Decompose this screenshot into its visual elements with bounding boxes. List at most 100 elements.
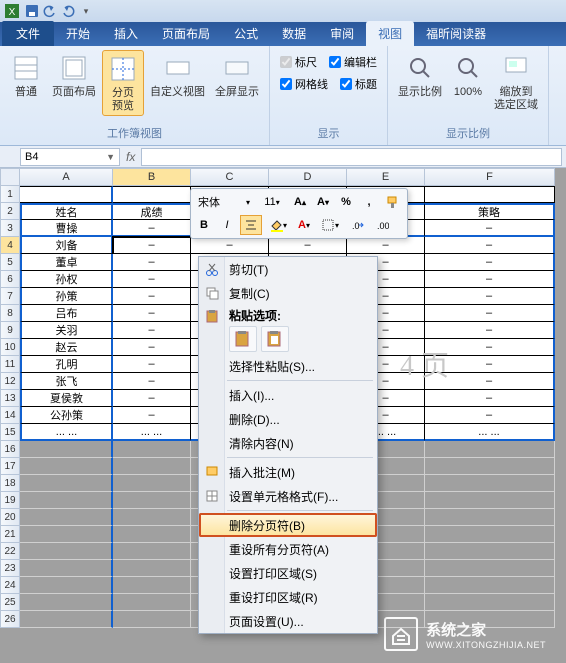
row-header-21[interactable]: 21	[0, 526, 20, 543]
paste-option-2[interactable]	[261, 326, 289, 352]
cell-A19[interactable]	[20, 492, 113, 509]
formulabar-checkbox[interactable]: 编辑栏	[329, 54, 377, 70]
cell-F24[interactable]	[425, 577, 555, 594]
row-header-17[interactable]: 17	[0, 458, 20, 475]
cell-A10[interactable]: 赵云	[20, 339, 113, 356]
cell-A3[interactable]: 曹操	[20, 220, 113, 237]
cm-insert-comment[interactable]: 插入批注(M)	[199, 460, 377, 484]
font-color-button[interactable]: A▾	[294, 215, 314, 235]
cell-C4[interactable]: –	[191, 237, 269, 254]
pagebreak-preview-button[interactable]: 分页 预览	[102, 50, 144, 116]
cell-B17[interactable]	[113, 458, 191, 475]
cell-B3[interactable]: –	[113, 220, 191, 237]
name-box[interactable]: B4▼	[20, 148, 120, 166]
cell-A7[interactable]: 孙策	[20, 288, 113, 305]
col-header-C[interactable]: C	[191, 168, 269, 186]
fx-icon[interactable]: fx	[126, 150, 135, 164]
decrease-decimal-button[interactable]: .0	[346, 215, 368, 235]
cell-A23[interactable]	[20, 560, 113, 577]
tab-data[interactable]: 数据	[270, 21, 318, 46]
cell-F14[interactable]: –	[425, 407, 555, 424]
cell-B24[interactable]	[113, 577, 191, 594]
fullscreen-button[interactable]: 全屏显示	[211, 50, 263, 101]
cell-A16[interactable]	[20, 441, 113, 458]
cell-A6[interactable]: 孙权	[20, 271, 113, 288]
cell-F11[interactable]: –	[425, 356, 555, 373]
row-header-12[interactable]: 12	[0, 373, 20, 390]
tab-foxit[interactable]: 福昕阅读器	[414, 21, 498, 46]
row-header-4[interactable]: 4	[0, 237, 20, 254]
select-all-corner[interactable]	[0, 168, 20, 186]
cell-A5[interactable]: 董卓	[20, 254, 113, 271]
custom-view-button[interactable]: 自定义视图	[146, 50, 209, 101]
row-header-5[interactable]: 5	[0, 254, 20, 271]
cell-A17[interactable]	[20, 458, 113, 475]
zoom-to-selection-button[interactable]: 缩放到 选定区域	[490, 50, 542, 114]
increase-decimal-button[interactable]: .00	[371, 215, 393, 235]
cell-B26[interactable]	[113, 611, 191, 628]
cell-B9[interactable]: –	[113, 322, 191, 339]
row-header-14[interactable]: 14	[0, 407, 20, 424]
cell-B16[interactable]	[113, 441, 191, 458]
cell-B19[interactable]	[113, 492, 191, 509]
cell-B1[interactable]	[113, 186, 191, 203]
row-header-9[interactable]: 9	[0, 322, 20, 339]
headings-checkbox[interactable]: 标题	[340, 76, 377, 92]
format-painter-button[interactable]	[382, 192, 404, 212]
cell-A12[interactable]: 张飞	[20, 373, 113, 390]
cell-B18[interactable]	[113, 475, 191, 492]
cell-B4[interactable]: –	[113, 237, 191, 254]
cell-F7[interactable]: –	[425, 288, 555, 305]
tab-home[interactable]: 开始	[54, 21, 102, 46]
cell-A14[interactable]: 公孙策	[20, 407, 113, 424]
row-header-10[interactable]: 10	[0, 339, 20, 356]
row-header-13[interactable]: 13	[0, 390, 20, 407]
cell-B21[interactable]	[113, 526, 191, 543]
cm-paste-special[interactable]: 选择性粘贴(S)...	[199, 354, 377, 378]
tab-view[interactable]: 视图	[366, 21, 414, 46]
row-header-26[interactable]: 26	[0, 611, 20, 628]
cell-F8[interactable]: –	[425, 305, 555, 322]
borders-button[interactable]: ▾	[317, 215, 343, 235]
cm-format-cells[interactable]: 设置单元格格式(F)...	[199, 484, 377, 508]
cell-B25[interactable]	[113, 594, 191, 611]
cell-F21[interactable]	[425, 526, 555, 543]
cell-A11[interactable]: 孔明	[20, 356, 113, 373]
cm-clear[interactable]: 清除内容(N)	[199, 431, 377, 455]
tab-review[interactable]: 审阅	[318, 21, 366, 46]
cell-A9[interactable]: 关羽	[20, 322, 113, 339]
cell-F5[interactable]: –	[425, 254, 555, 271]
tab-pagelayout[interactable]: 页面布局	[150, 21, 222, 46]
cell-A4[interactable]: 刘备	[20, 237, 113, 254]
cell-B10[interactable]: –	[113, 339, 191, 356]
row-header-15[interactable]: 15	[0, 424, 20, 441]
row-header-11[interactable]: 11	[0, 356, 20, 373]
cell-B22[interactable]	[113, 543, 191, 560]
cell-A24[interactable]	[20, 577, 113, 594]
qat-dropdown-icon[interactable]: ▾	[78, 3, 94, 19]
cm-set-print-area[interactable]: 设置打印区域(S)	[199, 561, 377, 585]
cm-reset-all-breaks[interactable]: 重设所有分页符(A)	[199, 537, 377, 561]
cell-F16[interactable]	[425, 441, 555, 458]
col-header-D[interactable]: D	[269, 168, 347, 186]
normal-view-button[interactable]: 普通	[6, 50, 46, 101]
cell-B7[interactable]: –	[113, 288, 191, 305]
cell-D4[interactable]: –	[269, 237, 347, 254]
bold-button[interactable]: B	[194, 215, 214, 235]
cell-B20[interactable]	[113, 509, 191, 526]
grow-font-button[interactable]: A▴	[290, 192, 310, 212]
row-header-22[interactable]: 22	[0, 543, 20, 560]
row-header-20[interactable]: 20	[0, 509, 20, 526]
cell-A26[interactable]	[20, 611, 113, 628]
cell-F4[interactable]: –	[425, 237, 555, 254]
fill-color-button[interactable]: ▾	[265, 215, 291, 235]
percent-format-button[interactable]: %	[336, 192, 356, 212]
cm-reset-print-area[interactable]: 重设打印区域(R)	[199, 585, 377, 609]
cell-B23[interactable]	[113, 560, 191, 577]
font-size-select[interactable]: 11 ▾	[257, 192, 287, 212]
cell-F22[interactable]	[425, 543, 555, 560]
cell-F23[interactable]	[425, 560, 555, 577]
comma-format-button[interactable]: ,	[359, 192, 379, 212]
cell-E4[interactable]: –	[347, 237, 425, 254]
row-header-1[interactable]: 1	[0, 186, 20, 203]
